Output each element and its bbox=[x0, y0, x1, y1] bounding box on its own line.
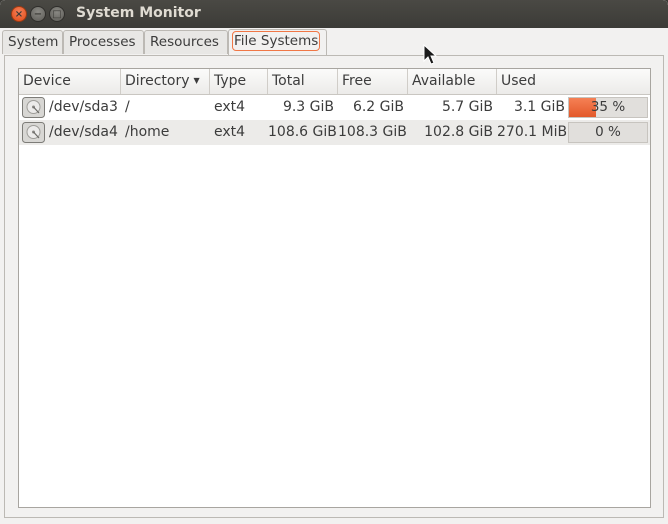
close-button[interactable]: × bbox=[11, 6, 27, 22]
maximize-button[interactable]: □ bbox=[49, 6, 65, 22]
mouse-pointer-icon bbox=[423, 44, 437, 65]
used-size: 270.1 MiB bbox=[497, 124, 568, 140]
used-size: 3.1 GiB bbox=[513, 99, 565, 115]
hard-disk-icon bbox=[22, 122, 45, 143]
column-label: Used bbox=[501, 73, 537, 89]
column-label: Available bbox=[412, 73, 476, 89]
minimize-button[interactable]: − bbox=[30, 6, 46, 22]
column-label: Directory bbox=[125, 73, 190, 89]
tab-processes[interactable]: Processes bbox=[63, 30, 144, 54]
directory: / bbox=[125, 99, 130, 115]
total-size: 108.6 GiB bbox=[268, 124, 337, 140]
column-label: Total bbox=[272, 73, 305, 89]
tab-resources[interactable]: Resources bbox=[144, 30, 228, 54]
table-row[interactable]: /dev/sda3 / ext4 9.3 GiB 6.2 GiB 5.7 GiB… bbox=[19, 95, 650, 120]
usage-percent: 35 % bbox=[590, 99, 626, 115]
available-size: 5.7 GiB bbox=[441, 99, 493, 115]
column-header-type[interactable]: Type bbox=[210, 69, 268, 94]
usage-percent: 0 % bbox=[595, 124, 621, 140]
usage-bar: 35 % bbox=[568, 97, 648, 118]
fs-type: ext4 bbox=[214, 99, 246, 115]
total-size: 9.3 GiB bbox=[282, 99, 334, 115]
free-size: 108.3 GiB bbox=[338, 124, 407, 140]
directory: /home bbox=[125, 124, 170, 140]
device-name: /dev/sda4 bbox=[49, 124, 118, 140]
system-monitor-window: × − □ System Monitor System Processes Re… bbox=[0, 0, 668, 524]
column-header-available[interactable]: Available bbox=[408, 69, 497, 94]
hard-disk-icon bbox=[22, 97, 45, 118]
column-label: Device bbox=[23, 73, 71, 89]
file-systems-panel: Device Directory ▼ Type Total Free Availa… bbox=[4, 55, 664, 518]
free-size: 6.2 GiB bbox=[352, 99, 404, 115]
available-size: 102.8 GiB bbox=[424, 124, 493, 140]
fs-type: ext4 bbox=[214, 124, 246, 140]
tab-label: Processes bbox=[69, 34, 136, 50]
tab-label: Resources bbox=[150, 34, 219, 50]
table-row[interactable]: /dev/sda4 /home ext4 108.6 GiB 108.3 GiB… bbox=[19, 120, 650, 145]
minimize-icon: − bbox=[33, 9, 43, 20]
column-header-total[interactable]: Total bbox=[268, 69, 338, 94]
column-label: Free bbox=[342, 73, 372, 89]
tab-label: File Systems bbox=[231, 31, 321, 51]
column-header-used[interactable]: Used bbox=[497, 69, 650, 94]
title-bar[interactable]: × − □ System Monitor bbox=[0, 0, 668, 28]
tab-file-systems[interactable]: File Systems bbox=[228, 29, 327, 55]
column-header-free[interactable]: Free bbox=[338, 69, 408, 94]
file-systems-table[interactable]: Device Directory ▼ Type Total Free Availa… bbox=[18, 68, 651, 508]
window-title: System Monitor bbox=[76, 5, 201, 21]
tab-label: System bbox=[8, 34, 59, 50]
column-label: Type bbox=[214, 73, 247, 89]
usage-bar: 0 % bbox=[568, 122, 648, 143]
tab-system[interactable]: System bbox=[2, 30, 63, 54]
device-name: /dev/sda3 bbox=[49, 99, 118, 115]
column-header-directory[interactable]: Directory ▼ bbox=[121, 69, 210, 94]
table-header: Device Directory ▼ Type Total Free Availa… bbox=[19, 69, 650, 95]
close-icon: × bbox=[14, 9, 24, 20]
maximize-icon: □ bbox=[52, 9, 62, 20]
sort-descending-icon: ▼ bbox=[193, 76, 200, 85]
column-header-device[interactable]: Device bbox=[19, 69, 121, 94]
